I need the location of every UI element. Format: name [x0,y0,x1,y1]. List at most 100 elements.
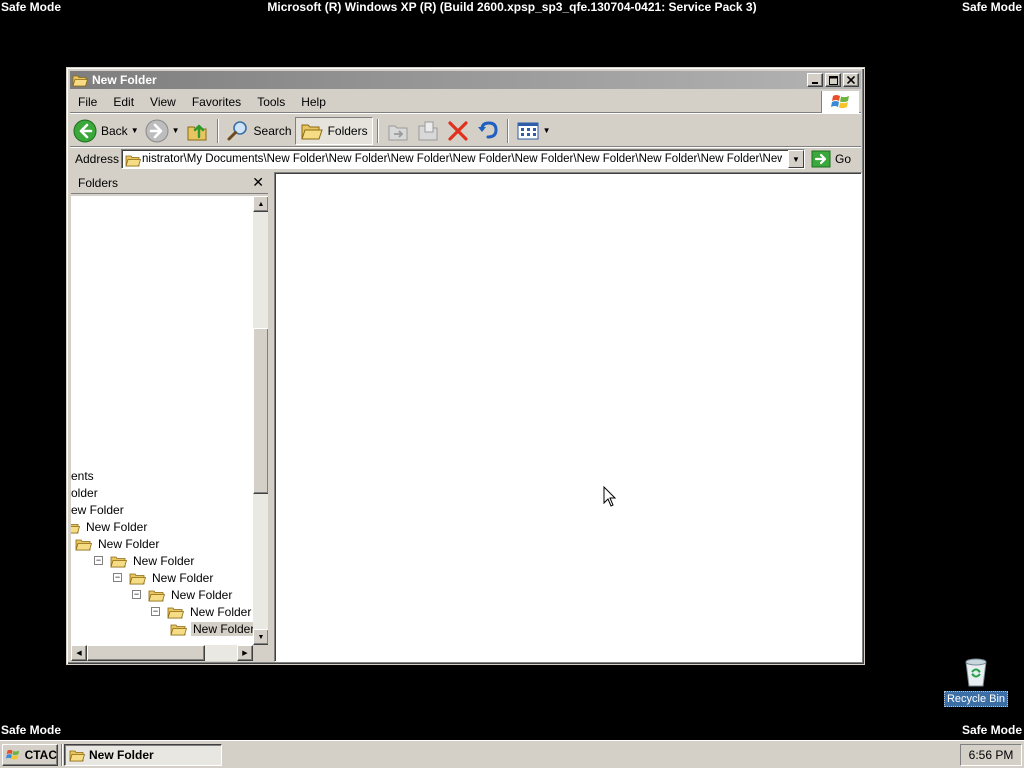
arrow-up-icon: ▲ [257,200,265,208]
address-input[interactable]: nistrator\My Documents\New Folder\New Fo… [121,149,805,169]
menu-view[interactable]: View [142,91,184,113]
start-button[interactable]: CTAC [2,744,58,766]
scroll-down-button[interactable]: ▼ [253,629,269,645]
folders-pane-header: Folders ✕ [71,172,268,194]
tree-item-label: ew Folder [71,502,124,517]
explorer-window[interactable]: New Folder File Edit View Favorites Tool… [66,67,865,665]
forward-button[interactable]: ▼ [142,117,183,145]
menu-help[interactable]: Help [293,91,334,113]
address-label: Address [75,152,120,166]
copy-to-button[interactable] [413,117,443,145]
horizontal-scroll-thumb[interactable] [87,645,205,661]
close-button[interactable] [843,73,859,87]
folders-pane-title: Folders [78,175,119,190]
vertical-scrollbar[interactable]: ▲ ▼ [253,196,269,645]
undo-button[interactable] [473,117,503,145]
folder-icon [71,520,80,534]
address-dropdown-button[interactable]: ▼ [788,150,804,168]
collapse-icon[interactable]: − [151,607,160,616]
menu-bar: File Edit View Favorites Tools Help [70,91,861,113]
address-value: nistrator\My Documents\New Folder\New Fo… [142,153,782,165]
go-button[interactable]: Go [811,150,851,168]
window-title: New Folder [92,73,157,87]
mouse-pointer-icon [603,486,617,507]
up-folder-icon [187,124,207,140]
scroll-right-button[interactable]: ▶ [237,645,253,661]
tree-item-label: New Folder [98,536,160,551]
chevron-down-icon: ▼ [792,154,800,164]
tree-item-label: older [71,485,98,500]
taskbar: CTAC New Folder 6:56 PM [0,740,1024,768]
copy-to-icon [418,121,438,140]
tree-item[interactable]: − New Folder [151,603,253,620]
folders-pane: Folders ✕ ents older ew Folder New Folder Ne… [71,172,269,662]
close-icon [847,76,855,84]
folder-icon [170,622,187,636]
tree-item-label: ents [71,468,94,483]
folders-icon [300,124,323,139]
go-arrow-icon [811,150,831,168]
build-banner: Microsoft (R) Windows XP (R) (Build 2600… [267,0,757,14]
views-icon [517,122,539,139]
folder-icon [72,73,89,87]
tree-item-label: New Folder [86,519,148,534]
vertical-scroll-thumb[interactable] [253,328,269,494]
safe-mode-bottom-left: Safe Mode [1,723,62,737]
search-label: Search [253,123,292,138]
tree-item[interactable]: New Folder [75,535,161,552]
tree-item[interactable]: − New Folder [113,569,215,586]
taskbar-button-new-folder[interactable]: New Folder [64,744,222,766]
views-dropdown-icon[interactable]: ▼ [543,126,551,135]
tree-item[interactable]: older [71,484,100,501]
menu-favorites[interactable]: Favorites [184,91,249,113]
horizontal-scrollbar[interactable]: ◀ ▶ [71,645,253,661]
back-button[interactable]: Back ▼ [70,117,142,145]
delete-button[interactable] [443,117,473,145]
up-button[interactable] [183,117,213,145]
collapse-icon[interactable]: − [94,556,103,565]
scroll-up-button[interactable]: ▲ [253,196,269,212]
toolbar-separator [216,118,219,143]
menu-tools[interactable]: Tools [249,91,293,113]
back-dropdown-icon[interactable]: ▼ [131,126,139,135]
minimize-button[interactable] [807,73,823,87]
collapse-icon[interactable]: − [132,590,141,599]
views-button[interactable]: ▼ [513,117,554,145]
tree-item[interactable]: New Folder [170,620,253,637]
tree-item[interactable]: − New Folder [94,552,196,569]
tree-item[interactable]: ents [71,467,96,484]
title-bar[interactable]: New Folder [70,71,861,89]
arrow-left-icon: ◀ [76,650,82,657]
close-icon[interactable]: ✕ [252,174,264,190]
forward-arrow-icon [145,119,169,142]
tree-item-label: New Folder [190,604,252,619]
menu-file[interactable]: File [70,91,105,113]
folder-icon [148,588,165,602]
folders-button[interactable]: Folders [294,116,373,145]
system-tray: 6:56 PM [960,744,1022,766]
safe-mode-bottom-right: Safe Mode [961,723,1022,737]
recycle-bin-icon [965,658,987,687]
folder-icon [167,605,184,619]
scroll-left-button[interactable]: ◀ [71,645,87,661]
taskbar-divider [61,744,63,766]
menu-edit[interactable]: Edit [105,91,142,113]
search-button[interactable]: Search [223,117,295,145]
forward-dropdown-icon[interactable]: ▼ [172,126,180,135]
back-arrow-icon [73,119,97,142]
file-list-pane[interactable] [274,172,862,662]
tree-item-label: New Folder [171,587,233,602]
tree-item[interactable]: ew Folder [71,501,126,518]
move-to-button[interactable] [383,117,413,145]
clock[interactable]: 6:56 PM [969,748,1014,762]
minimize-icon [812,82,818,84]
tree-item[interactable]: New Folder [71,518,149,535]
recycle-bin-label: Recycle Bin [943,691,1009,707]
recycle-bin-desktop-icon[interactable]: Recycle Bin [943,656,1009,712]
collapse-icon[interactable]: − [113,573,122,582]
toolbar-separator [376,118,379,143]
maximize-button[interactable] [825,73,841,87]
folder-tree[interactable]: ents older ew Folder New Folder New Folder − N… [71,196,253,645]
tree-item[interactable]: − New Folder [132,586,234,603]
address-bar: Address nistrator\My Documents\New Folde… [70,148,861,170]
